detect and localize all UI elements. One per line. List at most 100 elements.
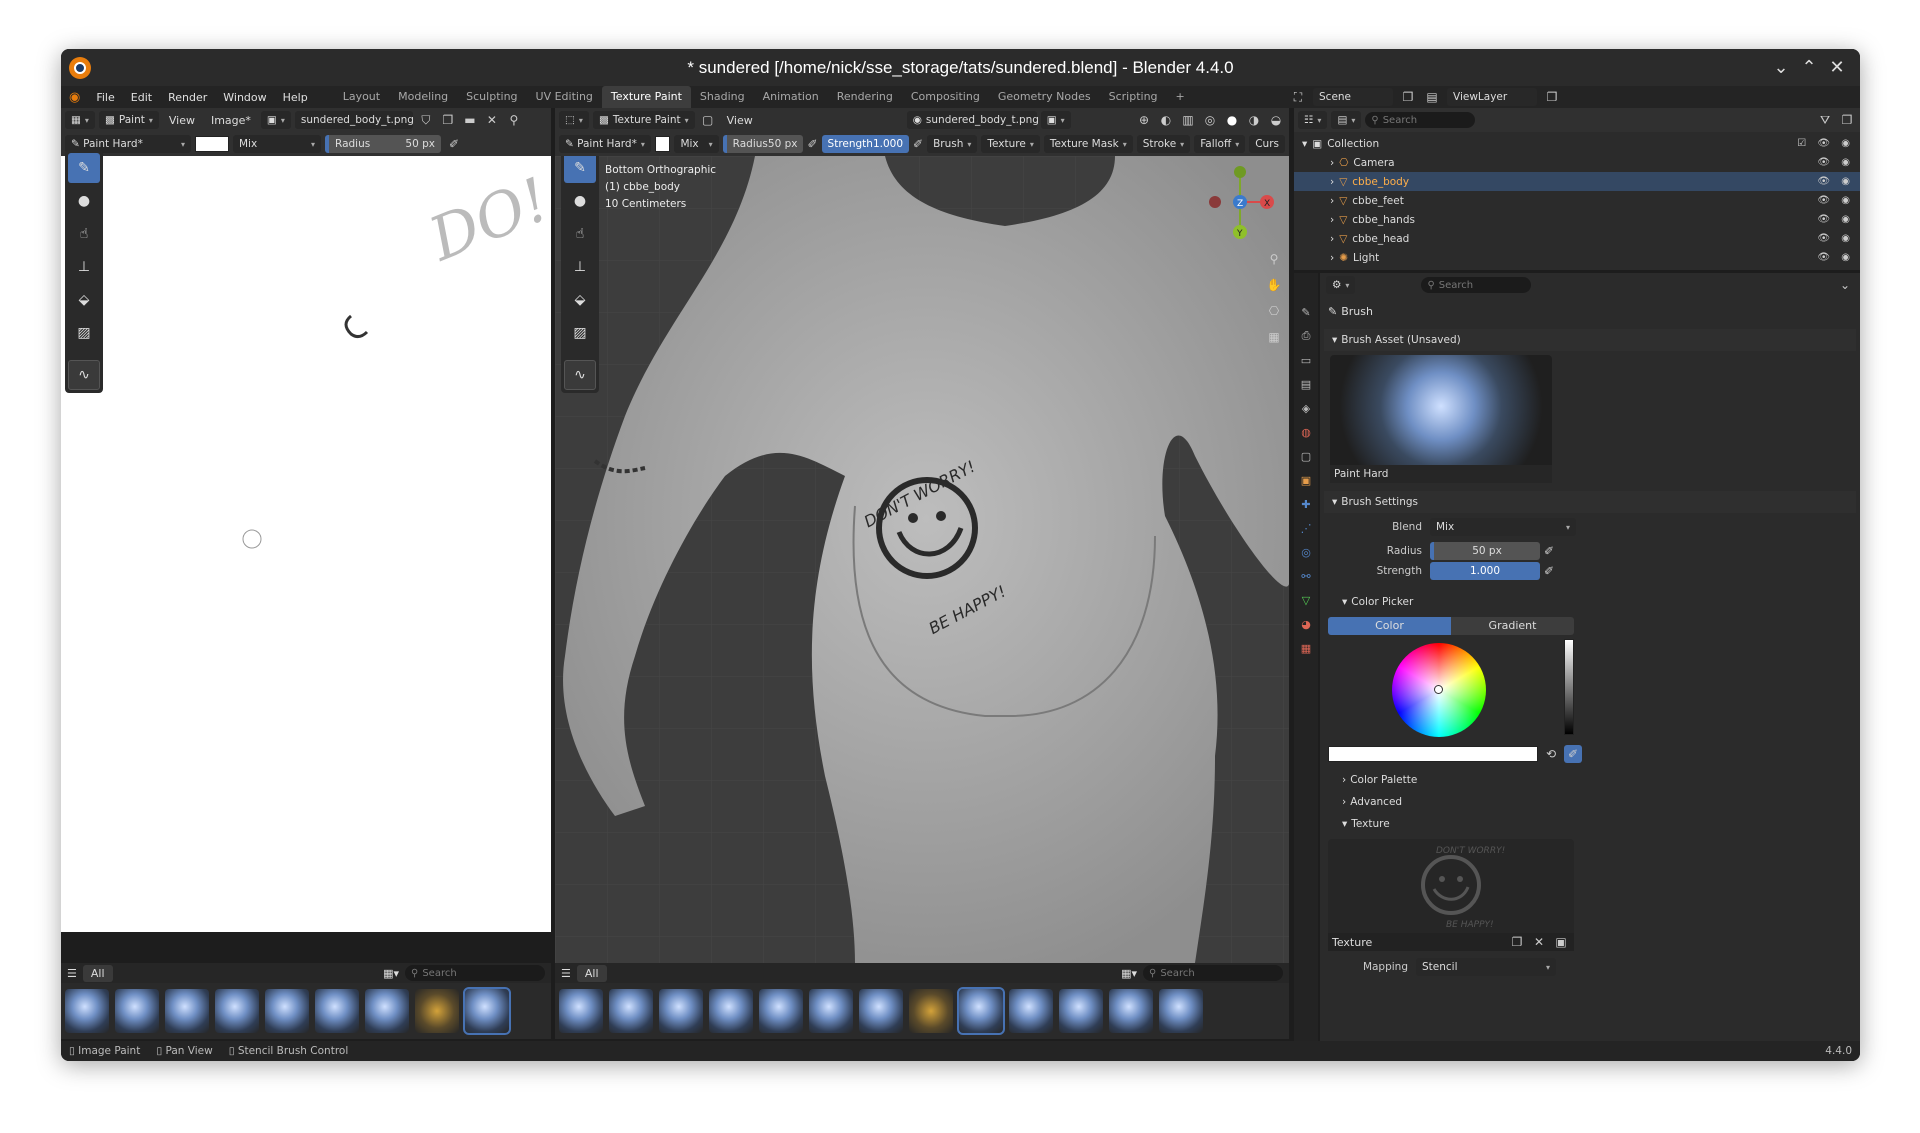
shading-material-icon[interactable]: ◑ <box>1245 111 1263 129</box>
vp-mask-tool-icon[interactable]: ▨ <box>564 318 596 348</box>
brush-thumb[interactable] <box>709 989 753 1033</box>
props-radius-pressure-icon[interactable]: ✐ <box>1540 542 1558 560</box>
brush-thumb[interactable] <box>809 989 853 1033</box>
tab-modeling[interactable]: Modeling <box>389 86 457 108</box>
menu-texture[interactable]: Texture ▾ <box>981 135 1040 153</box>
soften-tool-icon[interactable]: ● <box>68 186 100 216</box>
new-view-layer-icon[interactable]: ❐ <box>1543 88 1561 106</box>
props-editor-type-icon[interactable]: ⚙ ▾ <box>1326 276 1356 294</box>
render-tab-icon[interactable]: ⎙ <box>1297 327 1315 345</box>
brush-thumb[interactable] <box>1059 989 1103 1033</box>
annotate-tool-icon[interactable]: ∿ <box>68 360 100 390</box>
pan-hand-icon[interactable]: ✋ <box>1265 276 1283 294</box>
vp-clone-tool-icon[interactable]: ⊥ <box>564 252 596 282</box>
fake-user-icon[interactable]: ⛉ <box>417 111 435 129</box>
brush-asset-panel-header[interactable]: ▾ Brush Asset (Unsaved) <box>1324 329 1856 351</box>
swap-colors-icon[interactable]: ⟲ <box>1542 745 1560 763</box>
viewport-strength-pressure-icon[interactable]: ✐ <box>913 135 923 153</box>
outliner-row-cbbe-head[interactable]: › ▽ cbbe_head 👁 ◉ <box>1294 229 1860 248</box>
brush-settings-panel-header[interactable]: ▾ Brush Settings <box>1324 491 1856 513</box>
shading-solid-icon[interactable]: ● <box>1223 111 1241 129</box>
brush-thumb[interactable] <box>215 989 259 1033</box>
viewport-strength-field[interactable]: Strength 1.000 <box>821 135 910 153</box>
image-browse-icon[interactable]: ▣ ▾ <box>260 111 291 129</box>
menu-falloff[interactable]: Falloff ▾ <box>1194 135 1246 153</box>
outliner-filter-icon[interactable]: ⛛ <box>1816 111 1834 129</box>
tab-rendering[interactable]: Rendering <box>828 86 902 108</box>
close-icon[interactable]: ✕ <box>1827 57 1847 78</box>
tab-compositing[interactable]: Compositing <box>902 86 989 108</box>
menu-render[interactable]: Render <box>160 91 215 104</box>
add-workspace-icon[interactable]: + <box>1167 86 1194 108</box>
image-view-menu[interactable]: View <box>163 114 201 127</box>
texture-panel-header[interactable]: ▾ Texture <box>1334 813 1856 835</box>
editor-type-icon[interactable]: ▦ ▾ <box>65 111 95 129</box>
vp-shelf-menu-icon[interactable]: ☰ <box>561 967 571 980</box>
vp-shelf-display-icon[interactable]: ▦▾ <box>1121 967 1137 980</box>
props-strength-field[interactable]: 1.000 <box>1430 562 1540 580</box>
pin-icon[interactable]: ⚲ <box>505 111 523 129</box>
brush-thumb[interactable] <box>415 989 459 1033</box>
modifier-tab-icon[interactable]: ✚ <box>1297 495 1315 513</box>
menu-cursor[interactable]: Curs <box>1249 135 1285 153</box>
menu-texture-mask[interactable]: Texture Mask ▾ <box>1043 135 1133 153</box>
shelf-menu-icon[interactable]: ☰ <box>67 967 77 980</box>
texture-unlink-icon[interactable]: ✕ <box>1530 933 1548 951</box>
viewport-image-type-icon[interactable]: ▣ ▾ <box>1040 111 1071 129</box>
vp-smear-tool-icon[interactable]: ☝ <box>564 219 596 249</box>
properties-search[interactable]: ⚲ Search <box>1421 277 1532 293</box>
brush-thumb[interactable] <box>365 989 409 1033</box>
brush-thumb[interactable] <box>659 989 703 1033</box>
mask-tool-icon[interactable]: ▨ <box>68 318 100 348</box>
constraints-tab-icon[interactable]: ⚯ <box>1297 567 1315 585</box>
collection-tab-icon[interactable]: ▢ <box>1297 447 1315 465</box>
brush-thumb[interactable] <box>1009 989 1053 1033</box>
tab-layout[interactable]: Layout <box>334 86 389 108</box>
viewport-radius-field[interactable]: Radius 50 px <box>722 135 804 153</box>
outliner-row-cbbe-body[interactable]: › ▽ cbbe_body 👁 ◉ <box>1294 172 1860 191</box>
mask-toggle-icon[interactable]: ▢ <box>699 111 717 129</box>
scene-icon[interactable]: ⛶ <box>1289 88 1307 106</box>
outliner-row-cbbe-feet[interactable]: › ▽ cbbe_feet 👁 ◉ <box>1294 191 1860 210</box>
brush-thumb[interactable] <box>909 989 953 1033</box>
menu-stroke[interactable]: Stroke ▾ <box>1136 135 1191 153</box>
brush-thumb[interactable] <box>559 989 603 1033</box>
view-layer-tab-icon[interactable]: ▤ <box>1297 375 1315 393</box>
smear-tool-icon[interactable]: ☝ <box>68 219 100 249</box>
vp-draw-tool-icon[interactable]: ✎ <box>564 156 596 183</box>
xray-toggle-icon[interactable]: ▥ <box>1179 111 1197 129</box>
tab-geometry-nodes[interactable]: Geometry Nodes <box>989 86 1100 108</box>
shading-wire-icon[interactable]: ◎ <box>1201 111 1219 129</box>
viewport-shelf-tab-all[interactable]: All <box>576 964 607 982</box>
props-options-icon[interactable]: ⌄ <box>1836 276 1854 294</box>
texture-browse-icon[interactable]: ▣ <box>1552 933 1570 951</box>
outliner-search[interactable]: ⚲ Search <box>1365 112 1476 128</box>
brush-thumb[interactable] <box>1159 989 1203 1033</box>
texture-tab-icon[interactable]: ▦ <box>1297 639 1315 657</box>
view-layer-icon[interactable]: ▤ <box>1423 88 1441 106</box>
texture-preview[interactable]: DON'T WORRY! BE HAPPY! Texture ❐ ✕ ▣ <box>1328 839 1574 951</box>
scene-tab-icon[interactable]: ◈ <box>1297 399 1315 417</box>
world-tab-icon[interactable]: ◍ <box>1297 423 1315 441</box>
scene-selector[interactable]: Scene <box>1313 88 1393 106</box>
viewport-color-swatch[interactable] <box>654 136 671 152</box>
zoom-icon[interactable]: ⚲ <box>1265 250 1283 268</box>
value-slider[interactable] <box>1564 639 1574 735</box>
clone-tool-icon[interactable]: ⊥ <box>68 252 100 282</box>
fill-tool-icon[interactable]: ⬙ <box>68 285 100 315</box>
image-canvas[interactable]: DO! ✎ ● ☝ ⊥ ⬙ ▨ ∿ <box>61 150 551 932</box>
brush-thumb[interactable] <box>115 989 159 1033</box>
advanced-panel-header[interactable]: › Advanced <box>1334 791 1856 813</box>
mapping-selector[interactable]: Stencil ▾ <box>1416 958 1556 976</box>
vp-annotate-tool-icon[interactable]: ∿ <box>564 360 596 390</box>
new-collection-icon[interactable]: ❐ <box>1838 111 1856 129</box>
image-blend-selector[interactable]: Mix ▾ <box>233 135 321 153</box>
props-radius-field[interactable]: 50 px <box>1430 542 1540 560</box>
shading-render-icon[interactable]: ◒ <box>1267 111 1285 129</box>
tab-animation[interactable]: Animation <box>754 86 828 108</box>
texture-new-icon[interactable]: ❐ <box>1508 933 1526 951</box>
outliner-row-cbbe-hands[interactable]: › ▽ cbbe_hands 👁 ◉ <box>1294 210 1860 229</box>
image-color-swatch[interactable] <box>195 136 229 152</box>
navigation-gizmo[interactable]: X Y Z <box>1205 162 1275 242</box>
maximize-icon[interactable]: ⌃ <box>1799 57 1819 78</box>
